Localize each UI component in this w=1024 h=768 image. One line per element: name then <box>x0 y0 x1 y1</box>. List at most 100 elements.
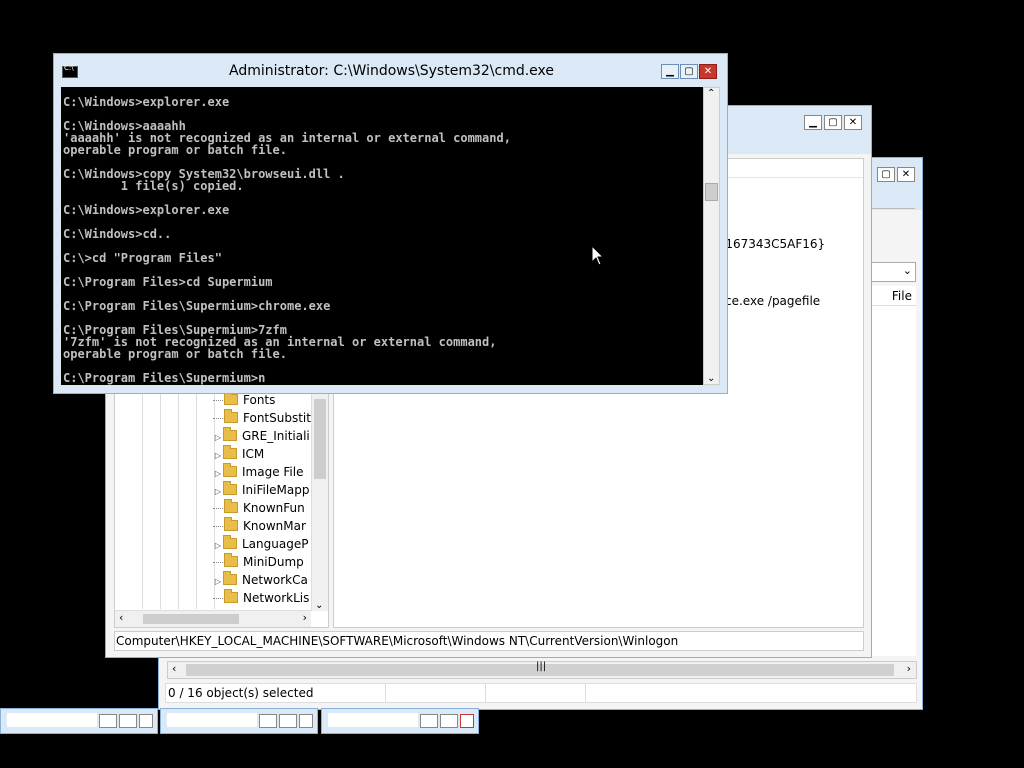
tree-item-label: FontSubstit <box>243 411 311 425</box>
hscroll-thumb[interactable]: ||| <box>186 661 894 676</box>
tree-vscroll-thumb[interactable] <box>314 399 326 479</box>
tree-item-label: KnownFun <box>243 501 305 515</box>
tree-item-label: NetworkCa <box>242 573 308 587</box>
folder-icon <box>224 499 238 513</box>
minimize-button[interactable]: ▁ <box>661 64 679 79</box>
scroll-down-icon[interactable]: ⌄ <box>315 600 323 611</box>
tree-item[interactable]: ▷ Image File <box>213 463 303 481</box>
close-button[interactable] <box>460 714 474 728</box>
folder-icon <box>223 463 237 477</box>
minimized-window-3[interactable] <box>321 708 479 734</box>
console-vscroll-thumb[interactable] <box>705 183 718 201</box>
console-line: C:\Windows>explorer.exe <box>63 95 230 109</box>
minimize-button[interactable]: ▁ <box>804 115 822 130</box>
console-line: C:\Windows>explorer.exe <box>63 203 230 217</box>
minimized-inner <box>167 713 257 727</box>
tree-connector <box>213 400 223 401</box>
explorer-hscrollbar[interactable]: ‹ ||| › <box>167 661 917 679</box>
folder-icon <box>224 409 238 423</box>
folder-icon <box>223 427 237 441</box>
maximize-button[interactable]: ▢ <box>824 115 842 130</box>
chevron-down-icon: ⌄ <box>902 264 912 277</box>
close-button[interactable]: ✕ <box>699 64 717 79</box>
tree-item-label: Image File <box>242 465 304 479</box>
scroll-left-icon[interactable]: ‹ <box>119 611 123 624</box>
close-button[interactable] <box>299 714 313 728</box>
scroll-right-icon[interactable]: › <box>907 662 911 675</box>
folder-icon <box>223 535 237 549</box>
maximize-button[interactable] <box>119 714 137 728</box>
tree-item-label: Fonts <box>243 393 276 407</box>
tree-item[interactable]: KnownFun <box>213 499 305 517</box>
folder-icon <box>223 445 237 459</box>
maximize-button[interactable]: ▢ <box>680 64 698 79</box>
close-button[interactable] <box>139 714 153 728</box>
status-objects-selected: 0 / 16 object(s) selected <box>168 686 314 700</box>
key-path-text: Computer\HKEY_LOCAL_MACHINE\SOFTWARE\Mic… <box>116 634 679 648</box>
tree-item-label: NetworkLis <box>243 591 310 605</box>
maximize-button[interactable] <box>440 714 458 728</box>
folder-icon <box>224 553 238 567</box>
tree-item[interactable]: NetworkLis <box>213 589 309 607</box>
tree-vscrollbar[interactable]: ⌄ <box>311 391 328 611</box>
restore-button[interactable] <box>259 714 277 728</box>
tree-item-label: LanguageP <box>242 537 309 551</box>
folder-icon <box>224 391 238 405</box>
tree-item[interactable]: KnownMar <box>213 517 306 535</box>
minimized-inner <box>7 713 97 727</box>
folder-icon <box>223 481 237 495</box>
tree-item-label: KnownMar <box>243 519 306 533</box>
folder-icon <box>224 589 238 603</box>
console-vscrollbar[interactable]: ⌃ ⌄ <box>703 87 720 385</box>
tree-hscroll-thumb[interactable] <box>143 614 239 624</box>
minimized-window-1[interactable] <box>0 708 158 734</box>
folder-icon <box>224 517 238 531</box>
console-lines: C:\Windows>explorer.exe C:\Windows>aaaahh… <box>63 96 511 384</box>
explorer-list-area <box>871 306 916 656</box>
tree-item[interactable]: ▷ ICM <box>213 445 264 463</box>
minimized-inner <box>328 713 418 727</box>
value-pagefile-fragment: ce.exe /pagefile <box>725 294 821 308</box>
close-button[interactable]: ✕ <box>897 167 915 182</box>
tree-connector <box>213 598 223 599</box>
restore-button[interactable] <box>99 714 117 728</box>
console-line: C:\Program Files\Supermium>n <box>63 371 266 385</box>
explorer-statusbar: 0 / 16 object(s) selected <box>165 683 917 703</box>
tree-item[interactable]: FontSubstit <box>213 409 311 427</box>
tree-hscrollbar[interactable]: ‹ › <box>115 610 311 627</box>
status-divider-2 <box>485 684 486 702</box>
key-path-bar: Computer\HKEY_LOCAL_MACHINE\SOFTWARE\Mic… <box>114 631 864 651</box>
maximize-button[interactable] <box>279 714 297 728</box>
tree-connector <box>213 418 223 419</box>
console-line: 1 file(s) copied. <box>63 179 244 193</box>
tree-item[interactable]: ▷ LanguageP <box>213 535 308 553</box>
status-divider-1 <box>385 684 386 702</box>
restore-button[interactable]: ▢ <box>877 167 895 182</box>
scroll-up-icon[interactable]: ⌃ <box>707 88 715 99</box>
scroll-right-icon[interactable]: › <box>303 611 307 624</box>
console-line: C:\Program Files\Supermium>chrome.exe <box>63 299 331 313</box>
console-output[interactable]: C:\Windows>explorer.exe C:\Windows>aaaahh… <box>61 87 703 385</box>
tree-item[interactable]: ▷ IniFileMapp <box>213 481 310 499</box>
tree-item-label: IniFileMapp <box>242 483 310 497</box>
tree-item[interactable]: ▷ GRE_Initiali <box>213 427 310 445</box>
tree-item[interactable]: ▷ NetworkCa <box>213 571 308 589</box>
tree-item-label: MiniDump <box>243 555 304 569</box>
scroll-left-icon[interactable]: ‹ <box>172 662 176 675</box>
tree-connector <box>213 508 223 509</box>
console-line: C:\>cd "Program Files" <box>63 251 222 265</box>
mouse-cursor-icon <box>591 245 605 266</box>
column-header-label: File <box>891 289 912 303</box>
close-button[interactable]: ✕ <box>844 115 862 130</box>
status-divider-3 <box>585 684 586 702</box>
column-header-file[interactable]: File <box>871 286 916 306</box>
tree-item-label: GRE_Initiali <box>242 429 310 443</box>
tree-item[interactable]: MiniDump <box>213 553 304 571</box>
minimized-window-2[interactable] <box>160 708 318 734</box>
scroll-down-icon[interactable]: ⌄ <box>707 373 715 384</box>
console-line: C:\Program Files>cd Supermium <box>63 275 273 289</box>
folder-icon <box>223 571 237 585</box>
console-line: operable program or batch file. <box>63 347 287 361</box>
address-dropdown[interactable]: ⌄ <box>871 262 916 282</box>
restore-button[interactable] <box>420 714 438 728</box>
